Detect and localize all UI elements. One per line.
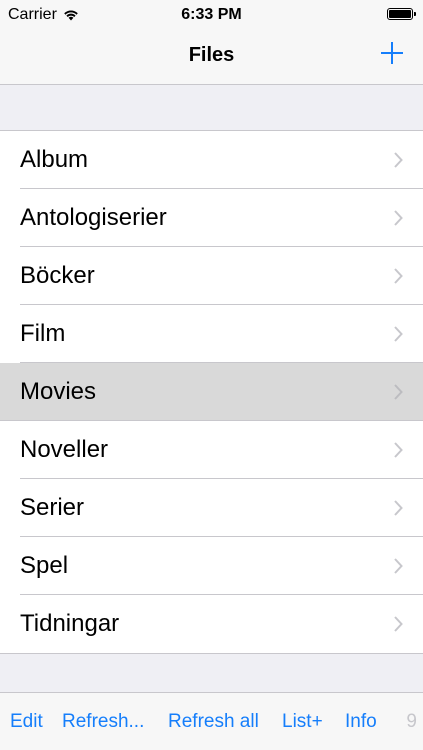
list-item-label: Noveller (20, 436, 109, 463)
chevron-right-icon (394, 384, 403, 400)
list-plus-button[interactable]: List+ (282, 711, 323, 733)
info-button[interactable]: Info (345, 711, 377, 733)
list-item[interactable]: Film (0, 305, 423, 363)
list-item[interactable]: Spel (0, 537, 423, 595)
chevron-right-icon (394, 326, 403, 342)
page-title: Files (188, 44, 235, 66)
refresh-button[interactable]: Refresh... (62, 711, 144, 733)
list-item[interactable]: Noveller (0, 421, 423, 479)
list-item[interactable]: Movies (0, 363, 423, 421)
list-item[interactable]: Böcker (0, 247, 423, 305)
bottom-toolbar: Edit Refresh... Refresh all List+ Info 9 (0, 692, 423, 750)
battery-fill (389, 10, 411, 18)
list-item-label: Tidningar (20, 610, 120, 637)
list-item[interactable]: Antologiserier (0, 189, 423, 247)
battery-icon (387, 8, 416, 20)
chevron-right-icon (394, 616, 403, 632)
plus-icon (381, 42, 403, 64)
list-item-label: Spel (20, 552, 69, 579)
list-item-label: Antologiserier (20, 204, 167, 231)
list-item-label: Böcker (20, 262, 95, 289)
refresh-all-button[interactable]: Refresh all (168, 711, 259, 733)
navigation-bar: Files (0, 30, 423, 85)
file-list: Album Antologiserier Böcker Film Movies Novel… (0, 130, 423, 654)
clock: 6:33 PM (181, 6, 242, 23)
chevron-right-icon (394, 442, 403, 458)
item-count: 9 (406, 711, 417, 732)
chevron-right-icon (394, 558, 403, 574)
list-item-label: Album (20, 146, 89, 173)
edit-button[interactable]: Edit (10, 711, 43, 733)
chevron-right-icon (394, 210, 403, 226)
chevron-right-icon (394, 500, 403, 516)
list-item-label: Serier (20, 494, 85, 521)
chevron-right-icon (394, 268, 403, 284)
list-item[interactable]: Album (0, 131, 423, 189)
list-item[interactable]: Tidningar (0, 595, 423, 653)
list-item-label: Movies (20, 378, 97, 405)
status-bar: Carrier 6:33 PM (0, 0, 423, 30)
add-button[interactable] (379, 40, 405, 66)
chevron-right-icon (394, 152, 403, 168)
list-item-label: Film (20, 320, 66, 347)
list-item[interactable]: Serier (0, 479, 423, 537)
